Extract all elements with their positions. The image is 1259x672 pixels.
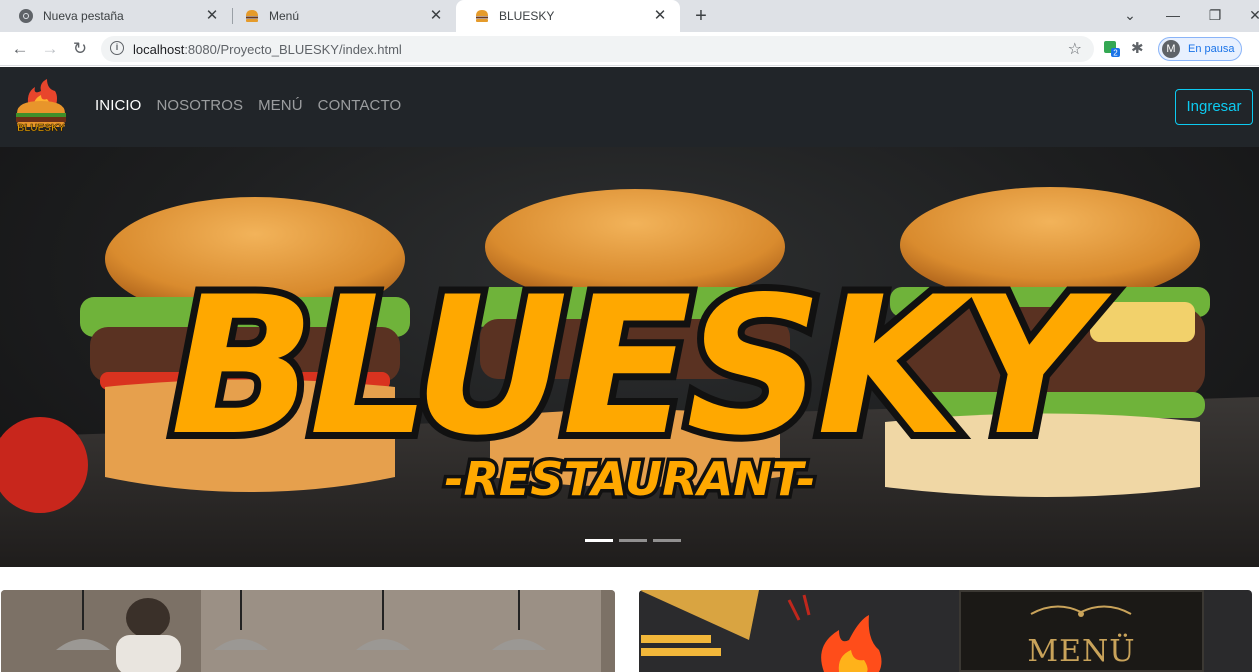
profile-button[interactable]: M En pausa [1158, 37, 1242, 61]
tab-nueva-pestana[interactable]: Nueva pestaña ✕ [0, 0, 232, 32]
tab-title: Menú [269, 9, 300, 23]
avatar: M [1162, 40, 1180, 58]
nav-link-nosotros[interactable]: NOSOTROS [156, 97, 243, 114]
chrome-icon [18, 8, 34, 24]
site-info-icon[interactable]: i [110, 41, 124, 55]
close-tab-icon[interactable]: ✕ [652, 8, 668, 24]
reload-icon[interactable]: ↻ [68, 37, 92, 61]
forward-icon[interactable]: → [38, 37, 62, 61]
hero-image: BLUESKY -RESTAURANT- [0, 187, 1259, 567]
extension-badge: 2 [1113, 49, 1118, 58]
url-text: localhost:8080/Proyecto_BLUESKY/index.ht… [133, 42, 402, 57]
restore-icon[interactable]: ❐ [1203, 4, 1227, 26]
tab-search-icon[interactable]: ⌄ [1118, 4, 1142, 26]
kitchen-image [1, 590, 615, 672]
close-tab-icon[interactable]: ✕ [428, 8, 444, 24]
card-menu[interactable]: MENÜ [639, 590, 1252, 672]
card-restaurant-kitchen[interactable] [1, 590, 615, 672]
close-window-icon[interactable]: ✕ [1243, 4, 1259, 26]
new-tab-button[interactable]: + [689, 5, 713, 27]
carousel-indicator[interactable] [653, 539, 681, 542]
tab-menu[interactable]: Menú ✕ [226, 0, 456, 32]
login-button[interactable]: Ingresar [1175, 89, 1253, 125]
burger-favicon [474, 8, 490, 24]
extensions-puzzle-icon[interactable]: ✱ [1131, 40, 1149, 58]
back-icon[interactable]: ← [8, 37, 32, 61]
address-bar[interactable]: i localhost:8080/Proyecto_BLUESKY/index.… [101, 36, 1094, 62]
browser-tab-strip: Nueva pestaña ✕ Menú ✕ BLUESKY ✕ + ⌄ — ❐… [0, 0, 1259, 32]
carousel-indicators [585, 539, 687, 542]
extension-icon[interactable]: 2 [1103, 40, 1121, 58]
bluesky-logo[interactable]: BLUESKY [11, 79, 71, 135]
carousel-indicator[interactable] [619, 539, 647, 542]
hero-subtitle: -RESTAURANT- [445, 452, 816, 506]
logo-text: BLUESKY [17, 123, 65, 134]
close-tab-icon[interactable]: ✕ [204, 8, 220, 24]
nav-link-contacto[interactable]: CONTACTO [318, 97, 402, 114]
bookmark-star-icon[interactable]: ☆ [1068, 39, 1082, 59]
hero-title: BLUESKY [170, 256, 1112, 477]
tab-title: BLUESKY [499, 9, 555, 23]
ornament-icon [1030, 605, 1132, 617]
menu-board-text: MENÜ [1027, 634, 1136, 669]
hero-carousel[interactable]: BLUESKY -RESTAURANT- [0, 147, 1259, 567]
profile-status-label: En pausa [1188, 43, 1235, 55]
url-host: localhost [133, 42, 185, 57]
browser-toolbar: ← → ↻ i localhost:8080/Proyecto_BLUESKY/… [0, 32, 1259, 66]
tab-bluesky[interactable]: BLUESKY ✕ [456, 0, 680, 32]
site-navbar: BLUESKY INICIO NOSOTROS MENÚ CONTACTO In… [0, 67, 1259, 147]
carousel-indicator[interactable] [585, 539, 613, 542]
minimize-icon[interactable]: — [1161, 4, 1185, 26]
nav-link-menu[interactable]: MENÚ [258, 97, 303, 114]
main-nav-links: INICIO NOSOTROS MENÚ CONTACTO [95, 97, 416, 114]
nav-link-inicio[interactable]: INICIO [95, 97, 141, 114]
burger-favicon [244, 8, 260, 24]
tab-title: Nueva pestaña [43, 9, 124, 23]
menu-chalkboard: MENÜ [959, 590, 1204, 672]
url-path: :8080/Proyecto_BLUESKY/index.html [184, 42, 402, 57]
